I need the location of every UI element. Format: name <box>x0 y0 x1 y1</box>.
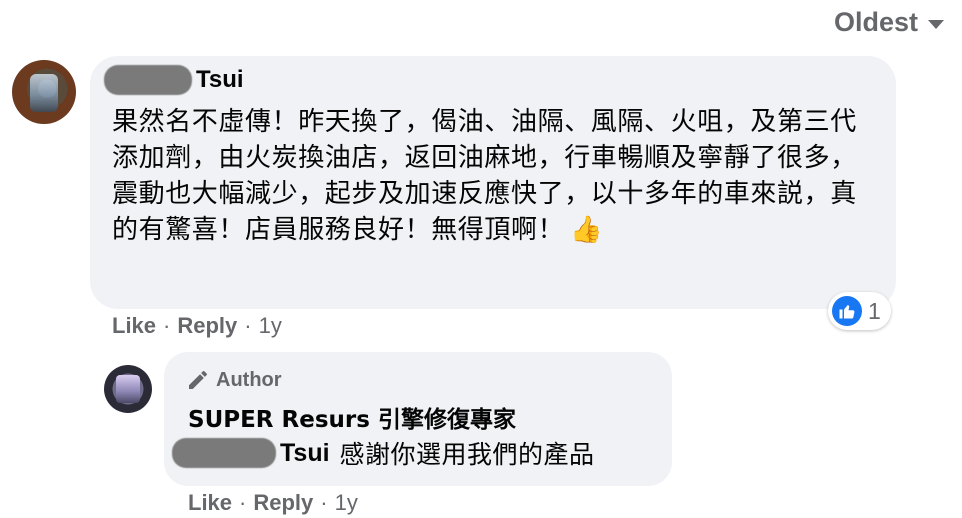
reply-button[interactable]: Reply <box>177 313 237 339</box>
separator: · <box>244 313 252 338</box>
reply-author[interactable]: SUPER Resurs 引擎修復專家 <box>188 400 516 434</box>
comment-body: 果然名不虛傳！昨天換了，偈油、油隔、風隔、火咀，及第三代添加劑，由火炭換油店，返… <box>112 104 882 248</box>
sort-label: Oldest <box>833 7 918 37</box>
timestamp[interactable]: 1y <box>259 313 282 339</box>
comment-text: 果然名不虛傳！昨天換了，偈油、油隔、風隔、火咀，及第三代添加劑，由火炭換油店，返… <box>112 107 857 245</box>
sort-dropdown[interactable]: Oldest <box>834 4 944 40</box>
timestamp[interactable]: 1y <box>335 490 358 516</box>
thumbs-up-icon: 👍 <box>570 215 604 245</box>
reaction-summary[interactable]: 1 <box>828 292 891 330</box>
redacted-mention <box>172 438 276 468</box>
like-button[interactable]: Like <box>188 490 232 516</box>
author-name-suffix: Tsui <box>196 66 244 93</box>
like-button[interactable]: Like <box>112 313 156 339</box>
reply-actions: Like · Reply · 1y <box>188 490 358 516</box>
like-reaction-icon <box>832 296 862 326</box>
author-badge: Author <box>186 368 282 392</box>
thumb-glyph-icon <box>839 305 855 319</box>
reply-text: 感謝你選用我們的產品 <box>339 440 595 469</box>
reply-button[interactable]: Reply <box>253 490 313 516</box>
commenter-avatar[interactable] <box>12 60 76 124</box>
pencil-icon <box>189 370 207 389</box>
avatar-image <box>30 74 58 112</box>
comment-author[interactable]: Tsui <box>104 62 244 98</box>
avatar-image <box>116 375 140 403</box>
reaction-count: 1 <box>868 297 881 324</box>
redacted-name <box>104 65 192 95</box>
author-badge-label: Author <box>216 368 282 391</box>
comment-actions: Like · Reply · 1y <box>112 313 282 339</box>
reply-body: Tsui 感謝你選用我們的產品 <box>172 434 595 472</box>
separator: · <box>163 313 171 338</box>
separator: · <box>239 490 247 515</box>
page-avatar[interactable] <box>104 365 152 413</box>
mention-suffix[interactable]: Tsui <box>280 439 330 468</box>
chevron-down-icon <box>928 19 944 29</box>
separator: · <box>320 490 328 515</box>
